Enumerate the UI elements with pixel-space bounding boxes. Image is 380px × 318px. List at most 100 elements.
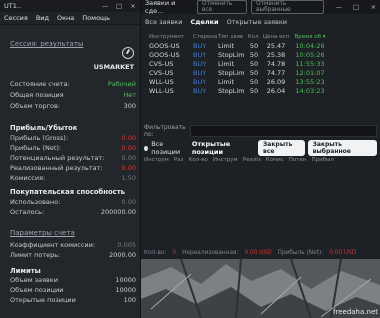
metric-value: 100 xyxy=(123,296,136,304)
metric-value: 0.005 xyxy=(117,241,136,249)
orders-minimize-icon[interactable]: — xyxy=(332,3,345,11)
col-price[interactable]: Цена исп xyxy=(262,34,290,40)
positions-bar: Все позиции Открытые позиции Закрыть все… xyxy=(141,140,380,156)
menu-view[interactable]: Вид xyxy=(36,14,49,22)
trade-order-type: Limit xyxy=(218,41,235,50)
trade-row[interactable]: CVS-US BUY Limit 50 74.78 11:55:33 xyxy=(141,59,380,68)
trade-row[interactable]: GOOS-US BUY Limit 50 25.47 10:04:26 xyxy=(141,41,380,50)
metric-row: Прибыль (Gross): 0.00 xyxy=(10,134,136,142)
pos-col-profit[interactable]: Прибыл xyxy=(308,157,335,163)
net-profit-value: 0.00 USD xyxy=(329,250,357,256)
limits-title: Лимиты xyxy=(10,267,41,275)
metric-label: Потенциальный результат: xyxy=(10,154,105,162)
account-params-title[interactable]: Параметры счета xyxy=(10,229,75,237)
watermark: freedaha.net xyxy=(333,308,378,316)
filter-input[interactable] xyxy=(190,124,377,137)
metric-label: Комиссия: xyxy=(10,174,46,182)
left-titlebar: UT1.. — □ × xyxy=(0,0,140,12)
trade-time: 14:03:23 xyxy=(295,86,325,95)
trade-side: BUY xyxy=(193,50,207,59)
metric-row: Объем заявки 10000 xyxy=(10,276,136,284)
metric-value: 200000.00 xyxy=(100,208,136,216)
open-positions-label[interactable]: Открытые позиции xyxy=(192,140,253,156)
col-time[interactable]: Время об ▾ xyxy=(290,34,330,40)
trade-row[interactable]: WLL-US BUY StopLim 50 26.04 14:03:23 xyxy=(141,86,380,95)
close-icon[interactable]: × xyxy=(126,2,140,10)
trade-order-type: StopLim xyxy=(218,50,245,59)
menu-help[interactable]: Помощь xyxy=(82,14,110,22)
trades-table-header: Инструмент Сторона Тип заяв Кол. Цена ис… xyxy=(141,32,380,41)
metric-row: Реализованный результат: 0.00 xyxy=(10,164,136,172)
close-all-button[interactable]: Закрыть все xyxy=(258,140,305,156)
trade-price: 74.78 xyxy=(266,59,286,68)
menu-bar: Сессия Вид Окна Помощь xyxy=(0,12,140,25)
metric-value: 2000.00 xyxy=(109,251,136,259)
count-label: Кол-во: xyxy=(144,250,167,256)
metric-row: Объем позиции 10000 xyxy=(10,286,136,294)
pos-col-realized[interactable]: Реаліз xyxy=(240,157,263,163)
pos-col-instrument-2[interactable]: Инструм xyxy=(210,157,240,163)
tab-open-orders[interactable]: Открытые заявки xyxy=(227,18,287,26)
trade-row[interactable]: GOOS-US BUY StopLim 50 25.38 10:05:26 xyxy=(141,50,380,59)
trade-order-type: Limit xyxy=(218,77,235,86)
trade-time: 13:55:23 xyxy=(295,77,325,86)
pnl-title: Прибыль/Убыток xyxy=(10,124,78,132)
minimize-icon[interactable]: — xyxy=(98,2,112,10)
menu-session[interactable]: Сессия xyxy=(4,14,28,22)
metric-row: Лимит потерь: 2000.00 xyxy=(10,251,136,259)
all-positions-radio[interactable] xyxy=(144,145,149,151)
trade-instrument: CVS-US xyxy=(149,68,174,77)
orders-maximize-icon[interactable]: □ xyxy=(349,3,362,11)
metric-label: Коэффициент комиссии: xyxy=(10,241,96,249)
pos-col-size[interactable]: Раз xyxy=(171,157,186,163)
col-side[interactable]: Сторона xyxy=(193,34,218,40)
window-title: UT1.. xyxy=(4,2,21,10)
trade-row[interactable]: CVS-US BUY StopLim 50 74.77 12:01:07 xyxy=(141,68,380,77)
tab-trades[interactable]: Сделки xyxy=(190,18,218,26)
col-qty[interactable]: Кол. xyxy=(246,34,262,40)
orders-titlebar: Заявки и сде... Отменить все Отменить вы… xyxy=(141,0,380,15)
trade-qty: 50 xyxy=(249,59,259,68)
pos-col-commission[interactable]: Комис xyxy=(263,157,286,163)
orders-window-title: Заявки и сде... xyxy=(145,0,176,15)
count-value: 0 xyxy=(172,250,177,256)
cancel-all-button[interactable]: Отменить все xyxy=(197,0,248,14)
metric-label: Объем позиции xyxy=(10,286,64,294)
metric-label: Общая позиция xyxy=(10,91,64,99)
unrealized-value: 0.00 USD xyxy=(244,250,272,256)
brand-name: USMARKET xyxy=(93,63,134,71)
maximize-icon[interactable]: □ xyxy=(112,2,126,10)
col-instrument[interactable]: Инструмент xyxy=(141,34,193,40)
menu-windows[interactable]: Окна xyxy=(57,14,74,22)
all-positions-label[interactable]: Все позиции xyxy=(151,140,188,156)
metric-value: 0.00 xyxy=(121,198,136,206)
tab-all-orders[interactable]: Все заявки xyxy=(145,18,182,26)
metric-value: Рабочий xyxy=(107,80,136,88)
trade-row[interactable]: WLL-US BUY Limit 50 26.09 13:55:23 xyxy=(141,77,380,86)
pos-col-instrument[interactable]: Инструм xyxy=(141,157,171,163)
trade-instrument: GOOS-US xyxy=(149,50,180,59)
metric-row: Открытые позиции 100 xyxy=(10,296,136,304)
metric-row: Осталось: 200000.00 xyxy=(10,208,136,216)
metric-row: Комиссия: 1.50 xyxy=(10,174,136,182)
metric-value: 0.00 xyxy=(121,164,136,172)
orders-close-icon[interactable]: × xyxy=(367,3,380,11)
metric-value: 10000 xyxy=(115,286,136,294)
col-order-type[interactable]: Тип заяв xyxy=(218,34,246,40)
trade-price: 26.04 xyxy=(266,86,286,95)
desktop-background-image: freedaha.net xyxy=(141,259,380,318)
filter-bar: Фильтровать по: xyxy=(141,124,380,138)
orders-trades-window: Заявки и сде... Отменить все Отменить вы… xyxy=(141,0,380,318)
trade-time: 10:04:26 xyxy=(295,41,325,50)
trade-time: 11:55:33 xyxy=(295,59,325,68)
positions-summary: Кол-во: 0 Нереализованная: 0.00 USD Приб… xyxy=(141,250,380,256)
close-selected-button[interactable]: Закрыть выбранное xyxy=(307,140,377,156)
pos-col-qty[interactable]: Кол-во xyxy=(185,157,209,163)
trades-table: Инструмент Сторона Тип заяв Кол. Цена ис… xyxy=(141,32,380,95)
orders-tabs: Все заявки Сделки Открытые заявки xyxy=(145,18,287,26)
cancel-selected-button[interactable]: Отменить выбранные xyxy=(251,0,325,14)
trade-side: BUY xyxy=(193,77,207,86)
pos-col-potential[interactable]: Потен xyxy=(286,157,309,163)
metric-row: Общая позиция Нет xyxy=(10,91,136,99)
session-title[interactable]: Сессия: результаты xyxy=(10,40,83,48)
